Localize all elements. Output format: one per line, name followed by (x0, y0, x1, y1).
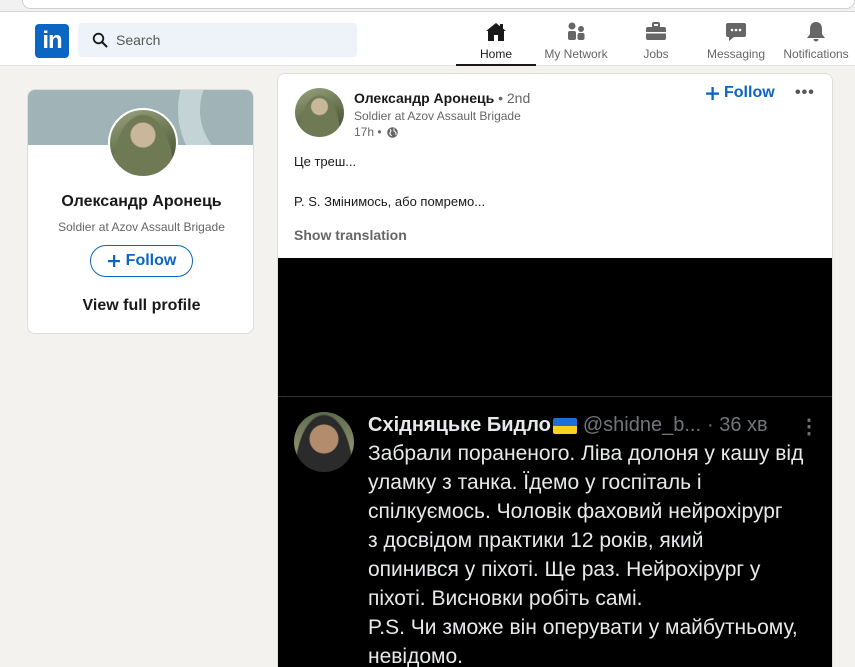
bell-icon (807, 22, 825, 42)
profile-follow-label: Follow (125, 252, 177, 269)
ukraine-flag-icon (552, 417, 577, 434)
tweet-line: піхоті. Висновки робіть самі. (368, 587, 643, 610)
tweet-more-icon: ⋮ (799, 416, 819, 438)
post-time: 17h • (354, 125, 382, 139)
nav-home[interactable]: Home (456, 12, 536, 66)
nav-jobs-label: Jobs (643, 47, 669, 61)
tweet-time: · 36 хв (707, 414, 768, 436)
nav-jobs[interactable]: Jobs (620, 12, 692, 66)
connection-degree: • 2nd (498, 90, 531, 106)
tweet-line: невідомо. (368, 645, 463, 667)
nav-messaging[interactable]: Messaging (700, 12, 772, 66)
plus-icon (706, 86, 719, 100)
tweet-line: P.S. Чи зможе він оперувати у майбутньом… (368, 616, 798, 639)
profile-card: Олександр Аронець Soldier at Azov Assaul… (27, 89, 254, 334)
post-author-headline: Soldier at Azov Assault Brigade (354, 109, 521, 123)
post-text-line: Це треш... (294, 154, 357, 169)
profile-follow-button[interactable]: Follow (90, 245, 193, 277)
profile-headline: Soldier at Azov Assault Brigade (58, 220, 225, 234)
post-author-name[interactable]: Олександр Аронець (354, 90, 494, 106)
show-translation-link[interactable]: Show translation (294, 227, 407, 243)
browser-url-strip (0, 0, 855, 12)
home-icon (486, 23, 506, 41)
post-more-options-icon[interactable]: ••• (795, 84, 815, 102)
post-timestamp: 17h • (354, 125, 399, 139)
messaging-icon (726, 23, 746, 41)
linkedin-logo-icon[interactable]: in (35, 24, 69, 58)
post-follow-label: Follow (724, 84, 775, 101)
post-image[interactable]: Східняцьке Бидло @shidne_b... · 36 хв ⋮ … (278, 258, 832, 667)
feed-post: Олександр Аронець • 2nd Soldier at Azov … (277, 73, 833, 667)
address-bar[interactable] (22, 0, 855, 9)
post-author-avatar[interactable] (295, 88, 344, 137)
search-icon (92, 32, 108, 48)
tweet-line: уламку з танка. Їдемо у госпіталь і (368, 471, 702, 494)
post-author[interactable]: Олександр Аронець • 2nd (354, 90, 530, 106)
search-box[interactable] (78, 23, 357, 57)
nav-my-network-label: My Network (544, 47, 608, 61)
post-text-line: P. S. Змінимось, або помремо... (294, 194, 486, 209)
profile-name[interactable]: Олександр Аронець (28, 193, 253, 211)
tweet-header: Східняцьке Бидло @shidne_b... · 36 хв (368, 414, 768, 437)
tweet-line: з досвідом практики 12 років, який (368, 529, 704, 552)
tweet-text: Забрали пораненого. Ліва долоня у кашу в… (368, 439, 828, 667)
post-follow-button[interactable]: Follow (705, 84, 775, 102)
top-nav: in Home My Network Jobs (0, 12, 855, 66)
view-full-profile-link[interactable]: View full profile (28, 297, 253, 315)
tweet-line: Забрали пораненого. Ліва долоня у кашу в… (368, 442, 804, 465)
network-icon (568, 22, 585, 40)
nav-notifications-label: Notifications (783, 47, 849, 61)
tweet-handle: @shidne_b... (582, 414, 702, 436)
globe-icon (386, 126, 398, 138)
nav-notifications[interactable]: Notifications (778, 12, 854, 66)
plus-icon (107, 255, 120, 267)
profile-avatar[interactable] (108, 108, 178, 178)
nav-home-label: Home (479, 47, 512, 61)
search-input[interactable] (116, 23, 346, 57)
nav-messaging-label: Messaging (706, 47, 766, 61)
tweet-divider (278, 396, 832, 397)
tweet-avatar (294, 412, 354, 472)
tweet-line: опинився у піхоті. Ще раз. Нейрохірург у (368, 558, 761, 581)
nav-my-network[interactable]: My Network (538, 12, 614, 66)
briefcase-icon (646, 22, 666, 40)
tweet-line: спілкуємось. Чоловік фаховий нейрохірург (368, 500, 783, 523)
tweet-author-name: Східняцьке Бидло (368, 414, 551, 436)
